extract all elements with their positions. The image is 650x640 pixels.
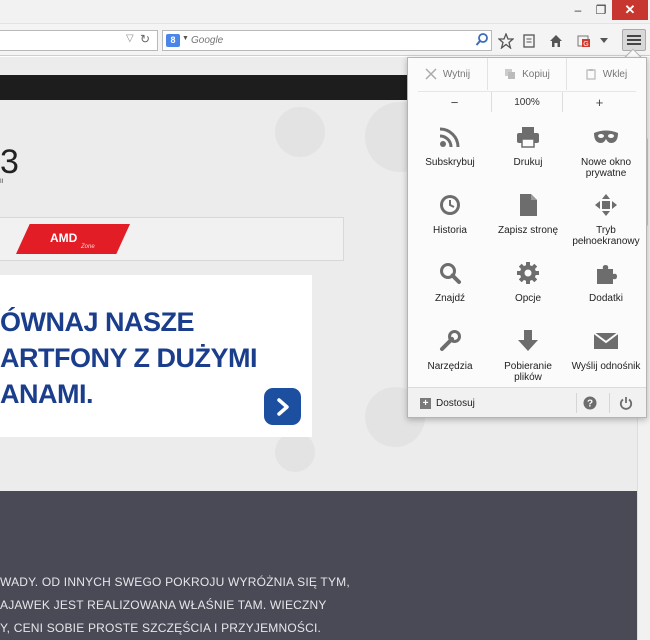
bookmarks-list-icon[interactable] bbox=[519, 31, 539, 51]
engine-dropdown-icon[interactable]: ▼ bbox=[182, 35, 189, 42]
article-section: WADY. OD INNYCH SWEGO POKROJU WYRÓŻNIA S… bbox=[0, 491, 637, 640]
bookmark-star-icon[interactable] bbox=[496, 31, 516, 51]
article-text-line: AJAWEK JEST REALIZOWANA WŁAŚNIE TAM. WIE… bbox=[0, 598, 327, 612]
menu-item-label: Opcje bbox=[514, 293, 542, 304]
scissors-icon bbox=[425, 68, 437, 80]
zoom-reset-button[interactable]: 100% bbox=[491, 92, 563, 112]
advert-headline-line: ARTFONY Z DUŻYMI bbox=[0, 343, 258, 373]
url-history-dropdown-icon[interactable]: ▽ bbox=[126, 33, 134, 44]
quit-button[interactable] bbox=[613, 392, 639, 414]
menu-item-fullscreen[interactable]: Tryb pełnoekranowy bbox=[568, 186, 644, 254]
menu-item-print[interactable]: Drukuj bbox=[490, 118, 566, 186]
menu-item-label: Tryb pełnoekranowy bbox=[572, 225, 640, 247]
zoom-in-button[interactable]: + bbox=[563, 92, 636, 112]
menu-item-label: Narzędzia bbox=[427, 361, 473, 372]
paste-label: Wklej bbox=[602, 68, 628, 80]
amd-zone-text: Zone bbox=[81, 244, 95, 250]
url-bar[interactable]: ▽ ↻ bbox=[0, 30, 158, 51]
save-page-icon bbox=[513, 190, 543, 220]
copy-button[interactable]: Kopiuj bbox=[487, 58, 566, 90]
svg-text:G: G bbox=[583, 41, 588, 48]
power-icon bbox=[619, 397, 633, 410]
menu-item-history[interactable]: Historia bbox=[412, 186, 488, 254]
edit-controls: Wytnij Kopiuj Wklej bbox=[408, 58, 646, 90]
menu-item-email-link[interactable]: Wyślij odnośnik bbox=[568, 322, 644, 390]
menu-item-label: Historia bbox=[433, 225, 467, 236]
navigation-toolbar: ▽ ↻ 8 ▼ G bbox=[0, 24, 650, 56]
menu-item-downloads[interactable]: Pobieranie plików bbox=[490, 322, 566, 390]
menu-item-addons[interactable]: Dodatki bbox=[568, 254, 644, 322]
private-mask-icon bbox=[591, 122, 621, 152]
advert-headline-line: ANAMI. bbox=[0, 379, 94, 409]
search-bar[interactable]: 8 ▼ bbox=[162, 30, 492, 51]
options-gear-icon bbox=[513, 258, 543, 288]
cut-button[interactable]: Wytnij bbox=[408, 58, 487, 90]
plus-icon: + bbox=[420, 397, 431, 409]
home-icon[interactable] bbox=[546, 31, 566, 51]
copy-icon bbox=[505, 69, 516, 79]
menu-panel-footer: + Dostosuj ? bbox=[408, 387, 646, 417]
downloads-icon bbox=[513, 326, 543, 356]
search-magnifier-icon[interactable] bbox=[475, 32, 489, 48]
addon-dropdown-icon[interactable] bbox=[597, 31, 611, 51]
paste-button[interactable]: Wklej bbox=[566, 58, 645, 90]
menu-items-grid: Subskrybuj Drukuj Nowe okno prywatne His… bbox=[412, 118, 644, 390]
customize-label: Dostosuj bbox=[436, 397, 475, 409]
main-menu-panel: Wytnij Kopiuj Wklej − 100% + Subskrybuj … bbox=[407, 57, 647, 418]
open-menu-button[interactable] bbox=[622, 29, 646, 51]
menu-item-private-window[interactable]: Nowe okno prywatne bbox=[568, 118, 644, 186]
menu-item-tools[interactable]: Narzędzia bbox=[412, 322, 488, 390]
addons-puzzle-icon bbox=[591, 258, 621, 288]
amd-logo-text: AMD bbox=[50, 231, 78, 245]
menu-item-label: Dodatki bbox=[589, 293, 623, 304]
tools-wrench-icon bbox=[435, 326, 465, 356]
article-text-line: Y, CENI SOBIE PROSTE SZCZĘŚCIA I PRZYJEM… bbox=[0, 621, 322, 635]
cut-label: Wytnij bbox=[442, 68, 471, 80]
history-clock-icon bbox=[435, 190, 465, 220]
minimize-button[interactable]: ‒ bbox=[566, 0, 590, 20]
menu-item-subscribe[interactable]: Subskrybuj bbox=[412, 118, 488, 186]
restore-button[interactable]: ❐ bbox=[590, 0, 612, 20]
footer-divider bbox=[609, 393, 610, 413]
site-logo-subtitle: II bbox=[0, 179, 4, 185]
menu-item-label: Nowe okno prywatne bbox=[580, 157, 632, 179]
menu-item-label: Drukuj bbox=[513, 157, 543, 168]
menu-item-save-page[interactable]: Zapisz stronę bbox=[490, 186, 566, 254]
rss-icon bbox=[435, 122, 465, 152]
help-icon: ? bbox=[583, 396, 597, 410]
menu-item-find[interactable]: Znajdź bbox=[412, 254, 488, 322]
help-button[interactable]: ? bbox=[577, 392, 603, 414]
email-link-icon bbox=[591, 326, 621, 356]
advert-next-arrow-icon[interactable] bbox=[264, 388, 301, 425]
advert-headline-line: ÓWNAJ NASZE bbox=[0, 307, 195, 337]
copy-label: Kopiuj bbox=[522, 68, 550, 80]
article-text-line: WADY. OD INNYCH SWEGO POKROJU WYRÓŻNIA S… bbox=[0, 575, 350, 589]
find-icon bbox=[435, 258, 465, 288]
site-logo[interactable]: 3 bbox=[0, 145, 19, 179]
print-icon bbox=[513, 122, 543, 152]
menu-item-label: Zapisz stronę bbox=[497, 225, 559, 236]
decor-circle bbox=[275, 432, 315, 472]
addon-toolbar-icon[interactable]: G bbox=[574, 31, 594, 51]
google-engine-icon[interactable]: 8 bbox=[166, 34, 180, 47]
hamburger-icon bbox=[627, 35, 641, 45]
menu-item-label: Wyślij odnośnik bbox=[571, 361, 641, 372]
clipboard-icon bbox=[586, 69, 596, 80]
decor-circle bbox=[275, 107, 325, 157]
menu-item-label: Subskrybuj bbox=[425, 157, 475, 168]
menu-item-label: Pobieranie plików bbox=[504, 361, 552, 383]
svg-text:?: ? bbox=[587, 399, 593, 410]
window-titlebar: ‒ ❐ ✕ bbox=[0, 0, 650, 24]
zoom-controls: − 100% + bbox=[418, 91, 636, 113]
close-window-button[interactable]: ✕ bbox=[612, 0, 648, 20]
reload-icon[interactable]: ↻ bbox=[140, 32, 150, 46]
customize-button[interactable]: + Dostosuj bbox=[420, 395, 475, 411]
menu-item-options[interactable]: Opcje bbox=[490, 254, 566, 322]
fullscreen-icon bbox=[591, 190, 621, 220]
zoom-out-button[interactable]: − bbox=[418, 92, 491, 112]
search-input[interactable] bbox=[191, 33, 461, 48]
menu-item-label: Znajdź bbox=[434, 293, 465, 304]
